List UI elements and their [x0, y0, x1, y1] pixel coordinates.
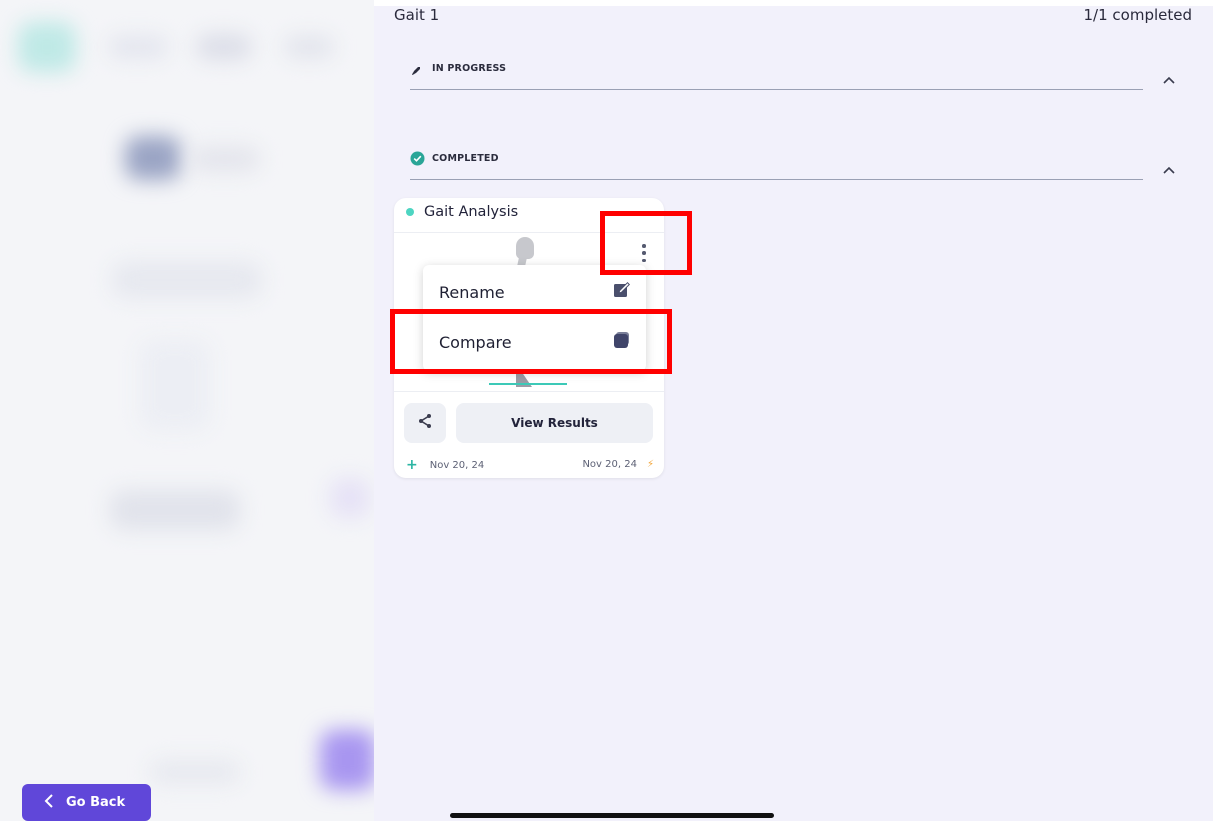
rocket-icon	[410, 62, 422, 81]
chevron-up-icon[interactable]	[1159, 162, 1179, 178]
go-back-label: Go Back	[66, 795, 126, 810]
go-back-button[interactable]: Go Back	[22, 784, 151, 821]
blurred-shape	[110, 490, 240, 530]
created-date: Nov 20, 24	[429, 459, 485, 471]
completed-count: 1/1 completed	[1083, 6, 1193, 24]
blurred-shape	[320, 730, 374, 790]
panel-title: Gait 1	[394, 6, 440, 24]
highlight-compare	[390, 309, 672, 374]
completed-section[interactable]: COMPLETED	[410, 151, 1143, 180]
blurred-shape	[140, 340, 210, 430]
status-dot	[406, 208, 414, 216]
session-panel: Gait 1 1/1 completed IN PROGRESS COMPLET…	[374, 6, 1213, 821]
blurred-shape	[112, 262, 262, 298]
rename-label: Rename	[439, 282, 505, 302]
updated-date: Nov 20, 24	[582, 459, 637, 470]
completed-label: COMPLETED	[432, 153, 499, 164]
blurred-shape	[190, 146, 260, 172]
chevron-up-icon[interactable]	[1159, 72, 1179, 88]
highlight-more-options	[600, 211, 692, 275]
body-figure	[516, 237, 534, 259]
view-results-button[interactable]: View Results	[456, 403, 653, 443]
bolt-icon: ⚡	[646, 459, 654, 470]
chevron-left-icon	[44, 793, 54, 812]
card-dates: + Nov 20, 24 Nov 20, 24 ⚡	[406, 457, 654, 473]
home-indicator	[450, 813, 774, 818]
plus-icon: +	[406, 457, 418, 473]
card-title: Gait Analysis	[424, 204, 519, 220]
blurred-shape	[108, 36, 168, 58]
blurred-shape	[284, 36, 334, 58]
blurred-background	[0, 0, 374, 821]
edit-icon	[613, 281, 631, 303]
blurred-shape	[330, 478, 370, 518]
progress-line	[489, 383, 567, 385]
check-circle-icon	[410, 151, 425, 170]
blurred-logo	[18, 22, 76, 72]
blurred-shape	[150, 760, 240, 784]
blurred-shape	[196, 34, 252, 60]
in-progress-section[interactable]: IN PROGRESS	[410, 62, 1143, 90]
card-header: Gait Analysis	[406, 204, 518, 220]
in-progress-label: IN PROGRESS	[432, 63, 507, 74]
blurred-avatar	[125, 136, 181, 180]
share-button[interactable]	[404, 403, 446, 443]
share-icon	[416, 412, 434, 434]
